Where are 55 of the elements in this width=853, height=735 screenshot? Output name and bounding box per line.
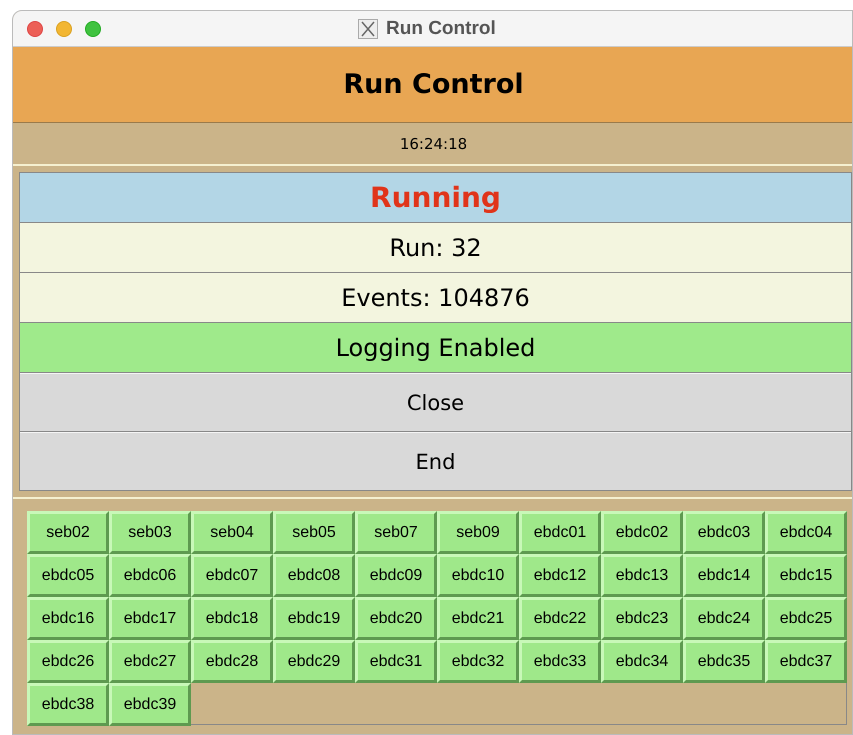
close-icon[interactable]	[27, 20, 43, 36]
node-button[interactable]: ebdc27	[109, 640, 191, 683]
node-button[interactable]: ebdc17	[109, 597, 191, 640]
node-button[interactable]: ebdc31	[355, 640, 437, 683]
node-button[interactable]: ebdc39	[109, 683, 191, 726]
window-title: Run Control	[386, 18, 496, 40]
node-button[interactable]: ebdc34	[601, 640, 683, 683]
clock-time: 16:24:18	[400, 134, 468, 152]
run-status: Running	[20, 173, 851, 222]
run-number: Run: 32	[20, 223, 851, 272]
node-button[interactable]: ebdc37	[765, 640, 847, 683]
node-button[interactable]: ebdc09	[355, 554, 437, 597]
node-button[interactable]: ebdc07	[191, 554, 273, 597]
node-button[interactable]: ebdc25	[765, 597, 847, 640]
node-button[interactable]: ebdc10	[437, 554, 519, 597]
node-button[interactable]: ebdc29	[273, 640, 355, 683]
node-button[interactable]: ebdc13	[601, 554, 683, 597]
node-button[interactable]: ebdc35	[683, 640, 765, 683]
node-button[interactable]: ebdc23	[601, 597, 683, 640]
node-button[interactable]: ebdc19	[273, 597, 355, 640]
x-app-icon	[358, 19, 378, 39]
close-button[interactable]: Close	[20, 373, 851, 431]
node-button[interactable]: seb04	[191, 511, 273, 554]
node-button[interactable]: ebdc24	[683, 597, 765, 640]
node-button[interactable]: ebdc14	[683, 554, 765, 597]
node-button[interactable]: seb09	[437, 511, 519, 554]
node-button[interactable]: ebdc02	[601, 511, 683, 554]
node-button[interactable]: ebdc08	[273, 554, 355, 597]
node-button[interactable]: ebdc26	[27, 640, 109, 683]
node-button[interactable]: ebdc28	[191, 640, 273, 683]
end-button[interactable]: End	[20, 432, 851, 490]
node-button[interactable]: ebdc16	[27, 597, 109, 640]
node-button[interactable]: seb07	[355, 511, 437, 554]
event-count: Events: 104876	[20, 273, 851, 322]
maximize-icon[interactable]	[85, 20, 101, 36]
node-button[interactable]: ebdc22	[519, 597, 601, 640]
node-button[interactable]: ebdc05	[27, 554, 109, 597]
node-button[interactable]: seb05	[273, 511, 355, 554]
node-button[interactable]: ebdc01	[519, 511, 601, 554]
node-button[interactable]: ebdc03	[683, 511, 765, 554]
node-button[interactable]: ebdc15	[765, 554, 847, 597]
node-button[interactable]: ebdc04	[765, 511, 847, 554]
node-button[interactable]: ebdc20	[355, 597, 437, 640]
header-title: Run Control	[343, 69, 524, 100]
logging-status: Logging Enabled	[20, 323, 851, 372]
node-button[interactable]: ebdc06	[109, 554, 191, 597]
node-button[interactable]: ebdc12	[519, 554, 601, 597]
node-button[interactable]: ebdc21	[437, 597, 519, 640]
node-button[interactable]: seb02	[27, 511, 109, 554]
minimize-icon[interactable]	[56, 20, 72, 36]
node-button[interactable]: seb03	[109, 511, 191, 554]
node-button[interactable]: ebdc32	[437, 640, 519, 683]
node-button[interactable]: ebdc18	[191, 597, 273, 640]
node-button[interactable]: ebdc33	[519, 640, 601, 683]
node-button[interactable]: ebdc38	[27, 683, 109, 726]
